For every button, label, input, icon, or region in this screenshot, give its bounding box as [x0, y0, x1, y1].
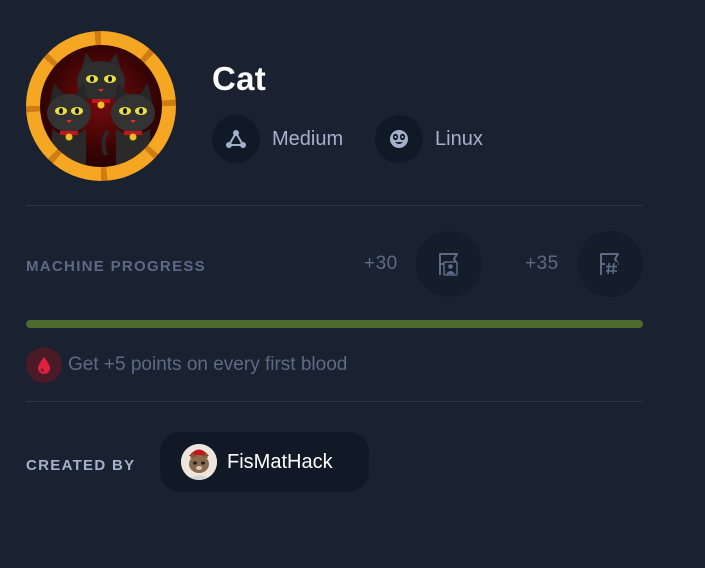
creator-name[interactable]: FisMatHack — [227, 451, 333, 474]
machine-progress-label: MACHINE PROGRESS — [26, 258, 206, 275]
difficulty-tag: Medium — [212, 115, 343, 163]
cat-avatar-image — [40, 45, 162, 167]
root-flag-icon — [600, 253, 619, 275]
machine-progress-bar — [26, 320, 643, 328]
machine-title: Cat — [212, 60, 267, 97]
blood-drop-icon — [26, 347, 62, 383]
user-flag-icon — [439, 253, 458, 276]
root-flag-button[interactable] — [577, 231, 643, 297]
three-cats-avatar-icon — [47, 53, 155, 167]
os-tag: Linux — [375, 115, 483, 163]
section-divider — [26, 205, 643, 206]
creator-chip[interactable]: FisMatHack — [160, 432, 369, 492]
user-flag-button[interactable] — [416, 231, 482, 297]
progress-bar-fill — [26, 320, 643, 328]
os-label: Linux — [435, 127, 483, 150]
difficulty-label: Medium — [272, 127, 344, 150]
creator-avatar — [181, 444, 217, 480]
user-flag-points: +30 — [364, 253, 398, 274]
root-flag-points: +35 — [525, 253, 559, 274]
first-blood-text: Get +5 points on every first blood — [68, 354, 348, 375]
machine-avatar — [26, 31, 176, 181]
section-divider — [26, 401, 643, 402]
created-by-label: CREATED BY — [26, 457, 136, 474]
difficulty-icon — [212, 115, 260, 163]
linux-penguin-icon — [375, 115, 423, 163]
